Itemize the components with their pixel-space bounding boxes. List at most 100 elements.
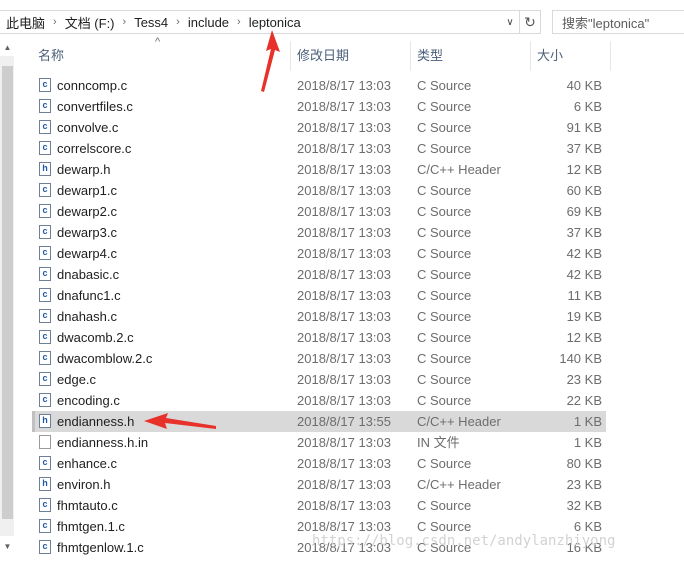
file-row[interactable]: c dewarp3.c 2018/8/17 13:03 C Source 37 KB: [32, 222, 606, 243]
file-type: C Source: [417, 393, 472, 408]
breadcrumb-separator-icon[interactable]: ›: [48, 16, 62, 28]
file-name: dnahash.c: [57, 309, 117, 324]
file-name: dnafunc1.c: [57, 288, 121, 303]
c-source-file-icon: c: [39, 393, 51, 407]
breadcrumb-include[interactable]: include: [185, 15, 232, 30]
file-date: 2018/8/17 13:03: [297, 267, 391, 282]
breadcrumb-separator-icon[interactable]: ›: [171, 16, 185, 28]
file-size: 1 KB: [573, 414, 602, 429]
file-row[interactable]: c convolve.c 2018/8/17 13:03 C Source 91 KB: [32, 117, 606, 138]
c-source-file-icon: c: [39, 498, 51, 512]
file-type: C Source: [417, 99, 472, 114]
file-type: C Source: [417, 78, 472, 93]
file-row[interactable]: c dnahash.c 2018/8/17 13:03 C Source 19 KB: [32, 306, 606, 327]
file-type: IN 文件: [417, 435, 460, 450]
file-name: edge.c: [57, 372, 97, 387]
file-size: 12 KB: [566, 330, 602, 345]
file-row[interactable]: h dewarp.h 2018/8/17 13:03 C/C++ Header 12 K…: [32, 159, 606, 180]
column-header-row: ^ 名称 修改日期 类型 大小: [32, 36, 612, 71]
file-date: 2018/8/17 13:03: [297, 204, 391, 219]
file-name: endianness.h.in: [57, 435, 149, 450]
c-source-file-icon: c: [39, 372, 51, 386]
file-type: C Source: [417, 330, 472, 345]
file-size: 42 KB: [566, 267, 602, 282]
file-row[interactable]: c encoding.c 2018/8/17 13:03 C Source 22 KB: [32, 390, 606, 411]
breadcrumb-drive[interactable]: 文档 (F:): [62, 13, 118, 32]
file-name: dnabasic.c: [57, 267, 120, 282]
file-size: 32 KB: [566, 498, 602, 513]
header-file-icon: h: [39, 414, 51, 428]
scroll-up-icon[interactable]: ▲: [2, 41, 13, 55]
file-type: C Source: [417, 120, 472, 135]
column-header-date[interactable]: 修改日期: [291, 41, 411, 71]
file-name: correlscore.c: [57, 141, 132, 156]
file-date: 2018/8/17 13:03: [297, 246, 391, 261]
file-row[interactable]: c correlscore.c 2018/8/17 13:03 C Source 37 …: [32, 138, 606, 159]
file-date: 2018/8/17 13:55: [297, 414, 391, 429]
file-type: C Source: [417, 267, 472, 282]
file-row[interactable]: endianness.h.in 2018/8/17 13:03 IN 文件 1 KB: [32, 432, 606, 453]
file-row[interactable]: c convertfiles.c 2018/8/17 13:03 C Source 6 …: [32, 96, 606, 117]
file-row[interactable]: c dwacomblow.2.c 2018/8/17 13:03 C Source 14…: [32, 348, 606, 369]
column-header-name[interactable]: 名称: [32, 41, 291, 71]
c-source-file-icon: c: [39, 309, 51, 323]
refresh-icon[interactable]: ↻: [519, 11, 540, 33]
file-row[interactable]: h endianness.h 2018/8/17 13:55 C/C++ Header…: [32, 411, 606, 432]
column-header-type[interactable]: 类型: [411, 41, 531, 71]
breadcrumb-leptonica[interactable]: leptonica: [246, 15, 304, 30]
c-source-file-icon: c: [39, 288, 51, 302]
file-row[interactable]: c conncomp.c 2018/8/17 13:03 C Source 40 KB: [32, 75, 606, 96]
watermark: https://blog.csdn.net/andylanzhiyong: [312, 533, 616, 549]
file-row[interactable]: c dewarp2.c 2018/8/17 13:03 C Source 69 KB: [32, 201, 606, 222]
file-row[interactable]: h environ.h 2018/8/17 13:03 C/C++ Header 23 …: [32, 474, 606, 495]
c-source-file-icon: c: [39, 456, 51, 470]
file-row[interactable]: c enhance.c 2018/8/17 13:03 C Source 80 KB: [32, 453, 606, 474]
file-date: 2018/8/17 13:03: [297, 288, 391, 303]
file-date: 2018/8/17 13:03: [297, 120, 391, 135]
file-type: C Source: [417, 204, 472, 219]
file-name: endianness.h: [57, 414, 135, 429]
breadcrumb-separator-icon[interactable]: ›: [118, 16, 132, 28]
file-name: dewarp.h: [57, 162, 111, 177]
file-type: C Source: [417, 456, 472, 471]
breadcrumb-this-pc[interactable]: 此电脑: [0, 13, 48, 32]
c-source-file-icon: c: [39, 120, 51, 134]
c-source-file-icon: c: [39, 204, 51, 218]
file-date: 2018/8/17 13:03: [297, 78, 391, 93]
file-type: C Source: [417, 309, 472, 324]
header-file-icon: h: [39, 162, 51, 176]
file-row[interactable]: c fhmtauto.c 2018/8/17 13:03 C Source 32 KB: [32, 495, 606, 516]
file-row[interactable]: c edge.c 2018/8/17 13:03 C Source 23 KB: [32, 369, 606, 390]
scroll-down-icon[interactable]: ▼: [2, 540, 13, 554]
file-row[interactable]: c dewarp1.c 2018/8/17 13:03 C Source 60 KB: [32, 180, 606, 201]
file-row[interactable]: c dnafunc1.c 2018/8/17 13:03 C Source 11 KB: [32, 285, 606, 306]
file-size: 19 KB: [566, 309, 602, 324]
address-history-dropdown-icon[interactable]: ∨: [501, 11, 519, 33]
file-date: 2018/8/17 13:03: [297, 393, 391, 408]
address-bar[interactable]: 此电脑 › 文档 (F:) › Tess4 › include › lepton…: [0, 10, 541, 34]
search-input[interactable]: 搜索"leptonica": [552, 10, 684, 34]
file-size: 23 KB: [566, 372, 602, 387]
file-name: dwacomblow.2.c: [57, 351, 153, 366]
file-size: 60 KB: [566, 183, 602, 198]
c-source-file-icon: c: [39, 246, 51, 260]
file-name: environ.h: [57, 477, 111, 492]
file-date: 2018/8/17 13:03: [297, 183, 391, 198]
file-name: fhmtauto.c: [57, 498, 118, 513]
file-row[interactable]: c dewarp4.c 2018/8/17 13:03 C Source 42 KB: [32, 243, 606, 264]
file-type: C Source: [417, 183, 472, 198]
c-source-file-icon: c: [39, 519, 51, 533]
file-date: 2018/8/17 13:03: [297, 351, 391, 366]
breadcrumb-separator-icon[interactable]: ›: [232, 16, 246, 28]
breadcrumb-tess4[interactable]: Tess4: [131, 15, 171, 30]
file-type: C/C++ Header: [417, 414, 501, 429]
file-row[interactable]: c dwacomb.2.c 2018/8/17 13:03 C Source 12 KB: [32, 327, 606, 348]
generic-file-icon: [39, 435, 51, 449]
scrollbar-thumb[interactable]: [2, 66, 13, 519]
file-row[interactable]: c dnabasic.c 2018/8/17 13:03 C Source 42 KB: [32, 264, 606, 285]
file-date: 2018/8/17 13:03: [297, 477, 391, 492]
column-header-size[interactable]: 大小: [531, 41, 611, 71]
file-date: 2018/8/17 13:03: [297, 456, 391, 471]
header-file-icon: h: [39, 477, 51, 491]
file-date: 2018/8/17 13:03: [297, 498, 391, 513]
